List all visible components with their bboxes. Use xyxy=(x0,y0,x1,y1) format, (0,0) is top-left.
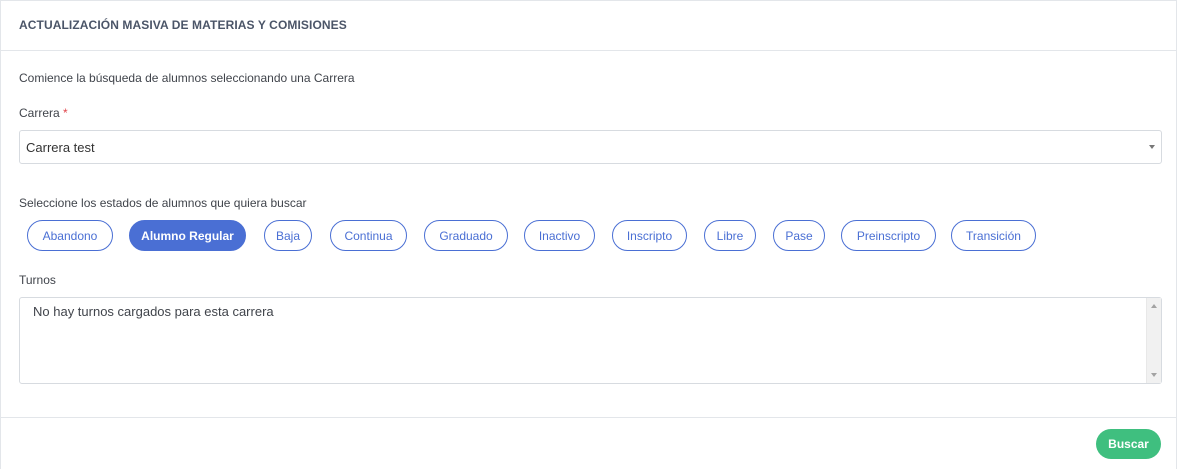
estados-label: Seleccione los estados de alumnos que qu… xyxy=(19,196,307,210)
chip-continua[interactable]: Continua xyxy=(330,220,407,251)
turnos-label: Turnos xyxy=(19,273,56,287)
chip-abandono[interactable]: Abandono xyxy=(27,220,113,251)
chip-graduado[interactable]: Graduado xyxy=(424,220,508,251)
chip-inactivo[interactable]: Inactivo xyxy=(524,220,595,251)
card-header: ACTUALIZACIÓN MASIVA DE MATERIAS Y COMIS… xyxy=(1,1,1176,51)
chevron-down-icon xyxy=(1149,145,1155,149)
scroll-up-icon[interactable] xyxy=(1151,304,1157,308)
intro-text: Comience la búsqueda de alumnos seleccio… xyxy=(19,71,355,85)
page-title: ACTUALIZACIÓN MASIVA DE MATERIAS Y COMIS… xyxy=(19,17,347,32)
chip-inscripto[interactable]: Inscripto xyxy=(612,220,687,251)
chip-libre[interactable]: Libre xyxy=(704,220,756,251)
card-footer: Buscar xyxy=(1,417,1176,469)
carrera-select[interactable]: Carrera test xyxy=(19,130,1162,164)
estados-chip-group: Abandono Alumno Regular Baja Continua Gr… xyxy=(27,220,1036,251)
carrera-label: Carrera * xyxy=(19,106,68,120)
chip-pase[interactable]: Pase xyxy=(773,220,825,251)
carrera-label-text: Carrera xyxy=(19,106,60,120)
bulk-update-card: ACTUALIZACIÓN MASIVA DE MATERIAS Y COMIS… xyxy=(0,0,1177,469)
carrera-selected-value: Carrera test xyxy=(26,139,95,155)
turnos-text: No hay turnos cargados para esta carrera xyxy=(33,304,274,319)
required-mark: * xyxy=(63,106,68,120)
scroll-down-icon[interactable] xyxy=(1151,373,1157,377)
turnos-scrollbar[interactable] xyxy=(1146,298,1161,383)
search-button[interactable]: Buscar xyxy=(1096,429,1161,459)
turnos-textarea[interactable]: No hay turnos cargados para esta carrera xyxy=(19,297,1162,384)
chip-baja[interactable]: Baja xyxy=(264,220,312,251)
chip-transicion[interactable]: Transición xyxy=(951,220,1036,251)
chip-preinscripto[interactable]: Preinscripto xyxy=(841,220,936,251)
chip-alumno-regular[interactable]: Alumno Regular xyxy=(129,220,246,251)
